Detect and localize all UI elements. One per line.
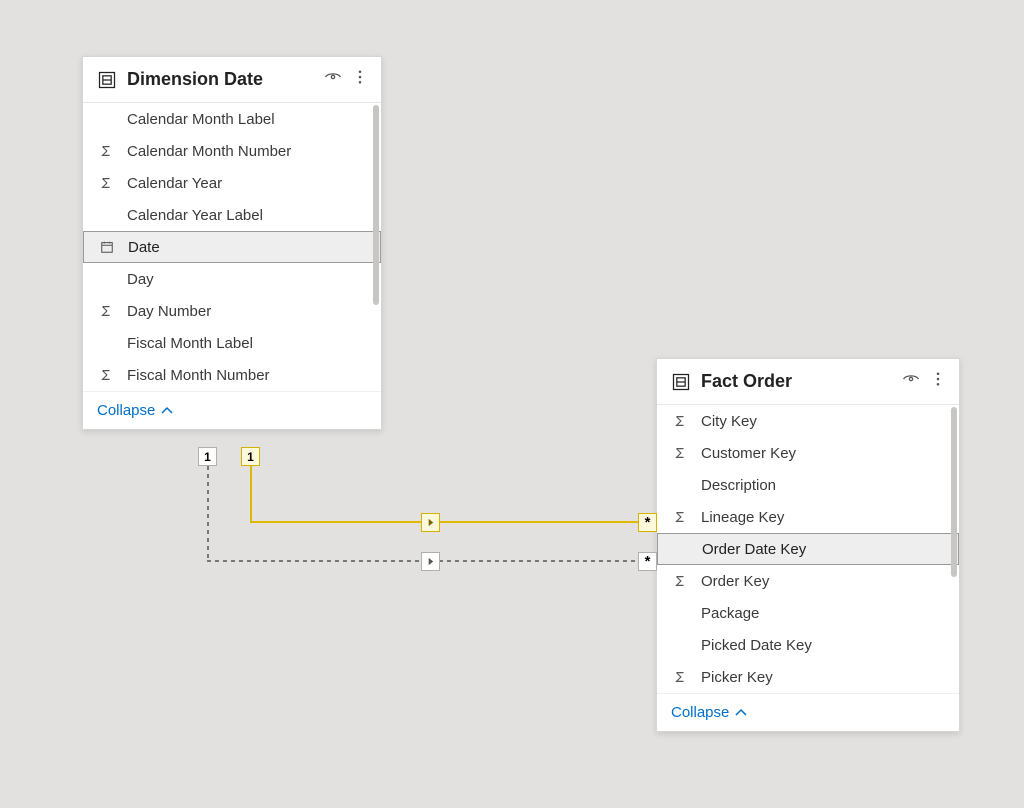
table-title: Fact Order [701, 371, 891, 392]
sigma-icon [97, 368, 115, 382]
field-picker-key[interactable]: Picker Key [657, 661, 959, 693]
sigma-icon [671, 574, 689, 588]
field-label: Date [128, 239, 160, 256]
filter-direction-icon [421, 552, 440, 571]
more-options-icon[interactable] [929, 370, 947, 393]
field-label: Day Number [127, 303, 211, 320]
field-label: Description [701, 477, 776, 494]
sigma-icon [671, 446, 689, 460]
field-label: Day [127, 271, 154, 288]
field-label: Calendar Month Number [127, 143, 291, 160]
field-calendar-year-label[interactable]: Calendar Year Label [83, 199, 381, 231]
field-day[interactable]: Day [83, 263, 381, 295]
field-label: Picked Date Key [701, 637, 812, 654]
field-day-number[interactable]: Day Number [83, 295, 381, 327]
sigma-icon [97, 304, 115, 318]
field-label: Fiscal Month Label [127, 335, 253, 352]
visibility-icon[interactable] [901, 369, 921, 394]
field-fiscal-month-number[interactable]: Fiscal Month Number [83, 359, 381, 391]
field-label: Calendar Month Label [127, 111, 275, 128]
sigma-icon [671, 414, 689, 428]
cardinality-many: * [638, 513, 657, 532]
field-list: City Key Customer Key Description Lineage K… [657, 404, 959, 693]
field-city-key[interactable]: City Key [657, 405, 959, 437]
field-label: Order Date Key [702, 541, 806, 558]
field-lineage-key[interactable]: Lineage Key [657, 501, 959, 533]
field-label: Calendar Year [127, 175, 222, 192]
field-fiscal-month-label[interactable]: Fiscal Month Label [83, 327, 381, 359]
relationship-line[interactable] [250, 521, 656, 523]
table-fact-order[interactable]: Fact Order City Key Customer Key Descripti… [656, 358, 960, 732]
calendar-icon [98, 240, 116, 254]
chevron-up-icon [161, 405, 173, 417]
field-package[interactable]: Package [657, 597, 959, 629]
field-label: City Key [701, 413, 757, 430]
field-order-key[interactable]: Order Key [657, 565, 959, 597]
cardinality-many: * [638, 552, 657, 571]
field-label: Picker Key [701, 669, 773, 686]
field-picked-date-key[interactable]: Picked Date Key [657, 629, 959, 661]
field-description[interactable]: Description [657, 469, 959, 501]
sigma-icon [97, 144, 115, 158]
field-label: Lineage Key [701, 509, 784, 526]
field-date[interactable]: Date [83, 231, 381, 263]
cardinality-one: 1 [198, 447, 217, 466]
sigma-icon [97, 176, 115, 190]
field-calendar-year[interactable]: Calendar Year [83, 167, 381, 199]
model-canvas: { "tables": { "dim": { "title": "Dimensi… [0, 0, 1024, 808]
collapse-label: Collapse [671, 704, 729, 721]
field-label: Calendar Year Label [127, 207, 263, 224]
table-header: Fact Order [657, 359, 959, 404]
filter-direction-icon [421, 513, 440, 532]
field-label: Customer Key [701, 445, 796, 462]
table-title: Dimension Date [127, 69, 313, 90]
table-icon [97, 70, 117, 90]
field-label: Order Key [701, 573, 769, 590]
relationship-line-inactive[interactable] [207, 466, 209, 561]
table-icon [671, 372, 691, 392]
relationship-line[interactable] [250, 466, 252, 522]
sigma-icon [671, 670, 689, 684]
chevron-up-icon [735, 707, 747, 719]
table-dimension-date[interactable]: Dimension Date Calendar Month LabelCalen… [82, 56, 382, 430]
visibility-icon[interactable] [323, 67, 343, 92]
field-list: Calendar Month Label Calendar Month Numbe… [83, 102, 381, 391]
more-options-icon[interactable] [351, 68, 369, 91]
cardinality-one: 1 [241, 447, 260, 466]
field-order-date-key[interactable]: Order Date Key [657, 533, 959, 565]
scrollbar-thumb[interactable] [373, 105, 379, 305]
table-header: Dimension Date [83, 57, 381, 102]
field-calendar-month-number[interactable]: Calendar Month Number [83, 135, 381, 167]
collapse-label: Collapse [97, 402, 155, 419]
collapse-button[interactable]: Collapse [657, 693, 959, 731]
field-label: Package [701, 605, 759, 622]
sigma-icon [671, 510, 689, 524]
scrollbar-thumb[interactable] [951, 407, 957, 577]
collapse-button[interactable]: Collapse [83, 391, 381, 429]
field-calendar-month-label[interactable]: Calendar Month Label [83, 103, 381, 135]
field-label: Fiscal Month Number [127, 367, 270, 384]
field-customer-key[interactable]: Customer Key [657, 437, 959, 469]
